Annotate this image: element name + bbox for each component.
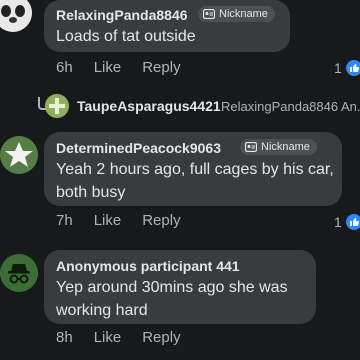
comment-text-line: Yeah 2 hours ago, full cages by his car, [56,161,334,178]
reply-button[interactable]: Reply [142,59,180,76]
nickname-badge: Nickname [240,139,317,155]
author-name[interactable]: DeterminedPeacock9063 [56,140,221,156]
comment-relaxingpanda: RelaxingPanda8846 Nickname Loads of tat … [0,0,360,90]
nickname-label: Nickname [261,141,310,153]
reaction-count[interactable]: 1 [334,60,360,76]
comment-determinedpeacock: DeterminedPeacock9063 Nickname Yeah 2 ho… [0,132,360,242]
timestamp[interactable]: 8h [56,329,73,346]
timestamp[interactable]: 7h [56,212,73,229]
reply-avatar[interactable] [45,94,69,118]
reply-author-name[interactable]: TaupeAsparagus4421 [77,98,221,114]
author-name[interactable]: Anonymous participant 441 [56,258,240,274]
panda-avatar-icon [0,0,32,32]
like-button[interactable]: Like [94,59,122,76]
comment-text: Yeah 2 hours ago, full cages by his car,… [56,158,334,204]
reply-button[interactable]: Reply [142,329,180,346]
peacock-avatar-icon [0,136,38,174]
comment-text-line: Loads of tat outside [56,28,196,45]
avatar[interactable] [0,0,32,32]
nickname-badge: Nickname [198,6,275,22]
comment-anonymous: Anonymous participant 441 Yep around 30m… [0,250,360,360]
asparagus-avatar-icon [45,94,69,118]
reaction-count[interactable]: 1 [334,214,360,230]
comment-actions: 7h Like Reply [56,212,181,229]
comment-text: Yep around 30mins ago she was working ha… [56,276,288,322]
nickname-label: Nickname [219,8,268,20]
comment-actions: 6h Like Reply [56,59,181,76]
avatar[interactable] [0,136,38,174]
comment-actions: 8h Like Reply [56,329,181,346]
avatar[interactable] [0,254,38,292]
reaction-count-value: 1 [334,60,342,76]
reply-preview[interactable]: TaupeAsparagus4421 RelaxingPanda8846 An.… [0,90,360,122]
thumbs-up-icon [345,214,360,230]
timestamp[interactable]: 6h [56,59,73,76]
author-name[interactable]: RelaxingPanda8846 [56,7,188,23]
reply-button[interactable]: Reply [142,212,180,229]
badge-icon [203,9,215,19]
incognito-icon [0,254,38,292]
reaction-count-value: 1 [334,214,342,230]
comment-text-line: working hard [56,302,148,319]
badge-icon [245,142,257,152]
thumbs-up-icon [345,60,360,76]
like-button[interactable]: Like [94,212,122,229]
comment-text: Loads of tat outside [56,25,196,48]
comment-text-line: both busy [56,184,126,201]
comment-text-line: Yep around 30mins ago she was [56,279,288,296]
like-button[interactable]: Like [94,329,122,346]
reply-snippet: RelaxingPanda8846 An... [221,99,360,114]
